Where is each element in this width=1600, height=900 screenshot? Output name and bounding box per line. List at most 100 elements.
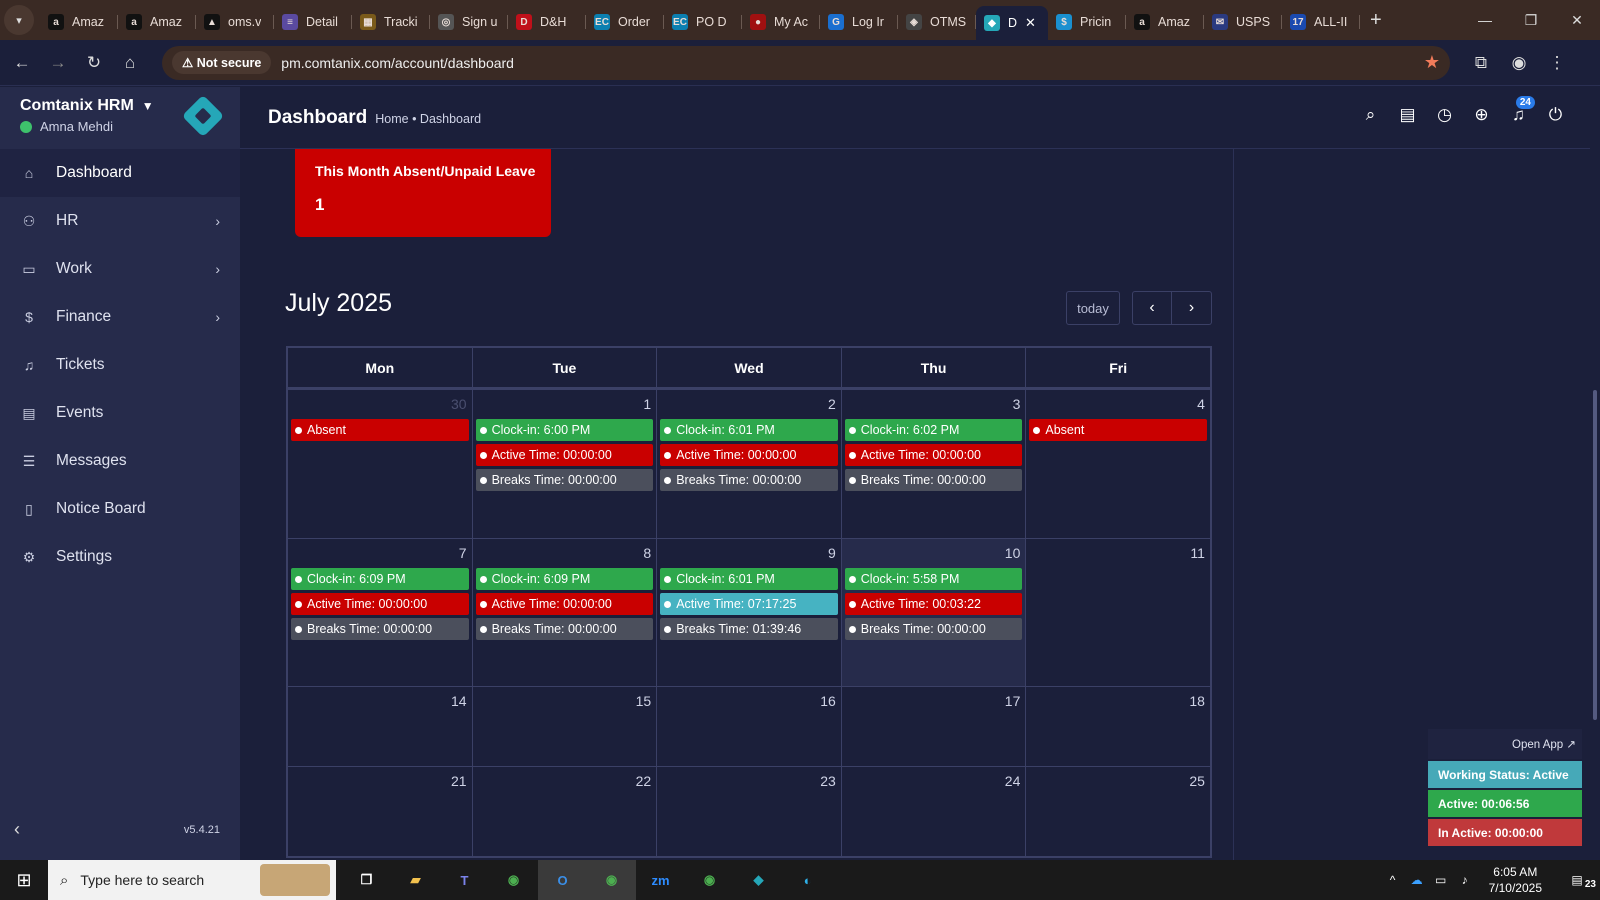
browser-tab[interactable]: ✉ USPS bbox=[1204, 6, 1282, 38]
calendar-event[interactable]: Clock-in: 6:00 PM bbox=[475, 419, 654, 441]
extensions-icon[interactable]: ⧉ bbox=[1462, 53, 1500, 73]
calendar-day[interactable]: 16 bbox=[656, 687, 841, 766]
browser-tab[interactable]: ● My Ac bbox=[742, 6, 820, 38]
chrome-profile-icon[interactable]: ◉ bbox=[587, 860, 636, 900]
calendar-event[interactable]: Active Time: 00:00:00 bbox=[475, 444, 654, 466]
chrome-icon[interactable]: ◉ bbox=[489, 860, 538, 900]
calendar-event[interactable]: Breaks Time: 00:00:00 bbox=[291, 618, 469, 640]
browser-menu-icon[interactable]: ⋮ bbox=[1538, 53, 1576, 73]
calendar-event[interactable]: Active Time: 07:17:25 bbox=[660, 593, 838, 615]
comtanix-app-icon[interactable]: ◆ bbox=[734, 860, 783, 900]
calendar-event[interactable]: Absent bbox=[1029, 419, 1207, 441]
calendar-day-today[interactable]: 10 Clock-in: 5:58 PM Active Time: 00:03:22… bbox=[840, 539, 1026, 686]
edge-icon[interactable]: ◐ bbox=[783, 860, 832, 900]
browser-tab[interactable]: EC PO D bbox=[664, 6, 742, 38]
open-app-link[interactable]: Open App ↗ bbox=[1428, 729, 1582, 759]
calendar-day[interactable]: 25 bbox=[1025, 767, 1210, 856]
calendar-event[interactable]: Breaks Time: 00:00:00 bbox=[660, 469, 838, 491]
sidebar-item-work[interactable]: ▭ Work › bbox=[0, 245, 240, 293]
taskbar-search-input[interactable]: ⌕ Type here to search bbox=[48, 860, 336, 900]
browser-tab[interactable]: a Amaz bbox=[1126, 6, 1204, 38]
sticky-note-icon[interactable]: ▤ bbox=[1389, 105, 1426, 125]
outlook-icon[interactable]: O bbox=[538, 860, 587, 900]
sidebar-item-finance[interactable]: $ Finance › bbox=[0, 293, 240, 341]
onedrive-icon[interactable]: ☁ bbox=[1405, 873, 1429, 887]
clock-icon[interactable]: ◷ bbox=[1426, 105, 1463, 125]
browser-tab[interactable]: D D&H bbox=[508, 6, 586, 38]
profile-icon[interactable]: ◉ bbox=[1500, 53, 1538, 73]
calendar-day[interactable]: 23 bbox=[656, 767, 841, 856]
calendar-event[interactable]: Breaks Time: 00:00:00 bbox=[475, 618, 654, 640]
sidebar-item-hr[interactable]: ⚇ HR › bbox=[0, 197, 240, 245]
browser-tab[interactable]: $ Pricin bbox=[1048, 6, 1126, 38]
calendar-event[interactable]: Active Time: 00:00:00 bbox=[291, 593, 469, 615]
task-view-icon[interactable]: ❐ bbox=[342, 860, 391, 900]
calendar-day[interactable]: 8 Clock-in: 6:09 PM Active Time: 00:00:00 B… bbox=[471, 539, 657, 686]
browser-tab[interactable]: ◆ D ✕ bbox=[976, 6, 1048, 40]
notification-bell-icon[interactable]: ♫ 24 bbox=[1500, 96, 1537, 125]
collapse-sidebar-icon[interactable]: ‹ bbox=[14, 819, 20, 840]
breadcrumb[interactable]: Home • Dashboard bbox=[375, 112, 481, 126]
browser-tab[interactable]: G Log Ir bbox=[820, 6, 898, 38]
browser-tab[interactable]: ◈ OTMS bbox=[898, 6, 976, 38]
calendar-event[interactable]: Breaks Time: 00:00:00 bbox=[844, 469, 1023, 491]
volume-icon[interactable]: ♪ bbox=[1453, 873, 1477, 887]
calendar-day[interactable]: 9 Clock-in: 6:01 PM Active Time: 07:17:25 B… bbox=[656, 539, 841, 686]
action-center-icon[interactable]: ▤ 23 bbox=[1554, 873, 1600, 890]
calendar-event[interactable]: Active Time: 00:00:00 bbox=[844, 444, 1023, 466]
calendar-day[interactable]: 3 Clock-in: 6:02 PM Active Time: 00:00:00 B… bbox=[840, 390, 1026, 538]
chrome-alt-icon[interactable]: ◉ bbox=[685, 860, 734, 900]
calendar-day[interactable]: 22 bbox=[471, 767, 657, 856]
calendar-day[interactable]: 17 bbox=[840, 687, 1026, 766]
browser-tab[interactable]: 17 ALL-II bbox=[1282, 6, 1360, 38]
calendar-day[interactable]: 15 bbox=[471, 687, 657, 766]
zoom-icon[interactable]: zm bbox=[636, 860, 685, 900]
calendar-event[interactable]: Clock-in: 6:01 PM bbox=[660, 568, 838, 590]
back-icon[interactable]: ← bbox=[4, 53, 40, 73]
network-icon[interactable]: ▭ bbox=[1429, 873, 1453, 887]
forward-icon[interactable]: → bbox=[40, 53, 76, 73]
search-icon[interactable]: ⌕ bbox=[1352, 105, 1389, 125]
sidebar-item-events[interactable]: ▤ Events bbox=[0, 389, 240, 437]
calendar-event[interactable]: Breaks Time: 00:00:00 bbox=[475, 469, 654, 491]
new-tab-icon[interactable]: + bbox=[1370, 9, 1382, 32]
home-icon[interactable]: ⌂ bbox=[112, 53, 148, 73]
browser-tab[interactable]: a Amaz bbox=[40, 6, 118, 38]
calendar-event[interactable]: Active Time: 00:03:22 bbox=[844, 593, 1023, 615]
file-explorer-icon[interactable]: ▰ bbox=[391, 860, 440, 900]
add-circle-icon[interactable]: ⊕ bbox=[1463, 105, 1500, 125]
calendar-day[interactable]: 1 Clock-in: 6:00 PM Active Time: 00:00:00 B… bbox=[471, 390, 657, 538]
browser-tab[interactable]: ◎ Sign u bbox=[430, 6, 508, 38]
calendar-event[interactable]: Clock-in: 6:01 PM bbox=[660, 419, 838, 441]
calendar-day[interactable]: 24 bbox=[840, 767, 1026, 856]
calendar-event[interactable]: Absent bbox=[291, 419, 469, 441]
calendar-day[interactable]: 11 bbox=[1025, 539, 1210, 686]
calendar-event[interactable]: Breaks Time: 01:39:46 bbox=[660, 618, 838, 640]
windows-start-icon[interactable]: ⊞ bbox=[0, 870, 48, 891]
teams-icon[interactable]: T bbox=[440, 860, 489, 900]
browser-tab[interactable]: a Amaz bbox=[118, 6, 196, 38]
today-button[interactable]: today bbox=[1066, 291, 1120, 325]
calendar-day[interactable]: 2 Clock-in: 6:01 PM Active Time: 00:00:00 B… bbox=[656, 390, 841, 538]
sidebar-item-notice-board[interactable]: ▯ Notice Board bbox=[0, 485, 240, 533]
calendar-day[interactable]: 18 bbox=[1025, 687, 1210, 766]
sidebar-item-tickets[interactable]: ♫ Tickets bbox=[0, 341, 240, 389]
browser-tab[interactable]: ≡ Detail bbox=[274, 6, 352, 38]
browser-tab[interactable]: EC Order bbox=[586, 6, 664, 38]
power-icon[interactable]: ⏻ bbox=[1537, 105, 1574, 125]
tray-expand-icon[interactable]: ^ bbox=[1381, 873, 1405, 887]
next-month-icon[interactable]: › bbox=[1172, 291, 1212, 325]
reload-icon[interactable]: ↻ bbox=[76, 53, 112, 73]
calendar-day[interactable]: 30 Absent bbox=[288, 390, 472, 538]
bookmark-star-icon[interactable]: ★ bbox=[1424, 52, 1440, 73]
restore-icon[interactable]: ❐ bbox=[1508, 0, 1554, 40]
prev-month-icon[interactable]: ‹ bbox=[1132, 291, 1172, 325]
absent-leave-card[interactable]: This Month Absent/Unpaid Leave 1 bbox=[295, 149, 551, 237]
close-tab-icon[interactable]: ✕ bbox=[1025, 15, 1036, 31]
calendar-event[interactable]: Clock-in: 6:02 PM bbox=[844, 419, 1023, 441]
calendar-day[interactable]: 14 bbox=[288, 687, 472, 766]
close-window-icon[interactable]: ✕ bbox=[1554, 0, 1600, 40]
calendar-event[interactable]: Clock-in: 6:09 PM bbox=[291, 568, 469, 590]
taskbar-clock[interactable]: 6:05 AM 7/10/2025 bbox=[1489, 864, 1542, 896]
calendar-day[interactable]: 21 bbox=[288, 767, 472, 856]
